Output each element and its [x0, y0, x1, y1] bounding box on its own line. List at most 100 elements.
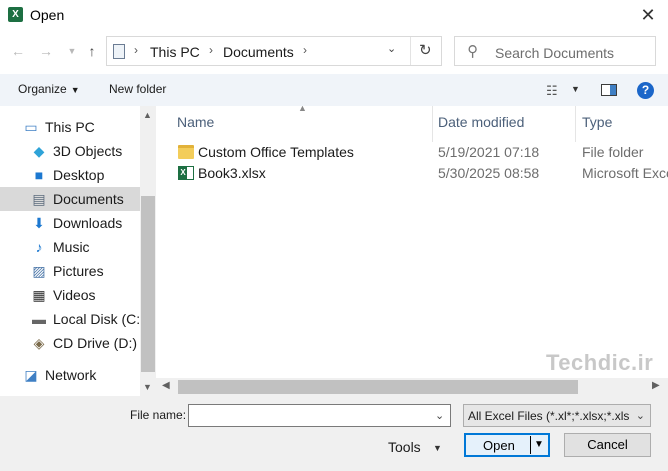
breadcrumb-documents[interactable]: Documents	[223, 44, 294, 60]
address-bar[interactable]: › This PC › Documents › ⌄ ↻	[106, 36, 442, 66]
nav-item-label: Downloads	[53, 215, 123, 231]
nav-item-local-disk[interactable]: ▬ Local Disk (C:)	[0, 307, 140, 331]
forward-arrow-icon[interactable]: →	[36, 40, 56, 62]
title-bar: X Open ✕	[0, 0, 668, 30]
view-options-icon[interactable]: ☷	[546, 83, 558, 99]
column-divider[interactable]	[575, 106, 576, 142]
chevron-down-icon: ⌄	[635, 410, 645, 422]
nav-item-network[interactable]: ◪ Network	[0, 363, 140, 387]
file-type: Microsoft Excel	[582, 165, 668, 181]
network-icon: ◪	[24, 367, 38, 383]
scroll-down-icon[interactable]: ▼	[143, 382, 152, 392]
nav-item-desktop[interactable]: ■ Desktop	[0, 163, 140, 187]
nav-item-label: This PC	[45, 119, 95, 135]
recent-locations-chevron-icon[interactable]: ▼	[62, 40, 82, 62]
nav-item-pictures[interactable]: ▨ Pictures	[0, 259, 140, 283]
file-type: File folder	[582, 144, 644, 160]
tools-button[interactable]: Tools	[388, 439, 421, 455]
search-input[interactable]: Search Documents	[495, 45, 614, 61]
navigation-pane: ▭ This PC ◆ 3D Objects ■ Desktop ▤ Docum…	[0, 106, 156, 396]
horizontal-scrollbar[interactable]: ◀ ▶	[156, 378, 668, 396]
dialog-footer: File name: ⌄ All Excel Files (*.xl*;*.xl…	[0, 396, 668, 471]
chevron-down-icon: ▼	[70, 85, 80, 95]
nav-item-label: Network	[45, 367, 97, 383]
scroll-right-icon[interactable]: ▶	[652, 380, 660, 391]
open-button[interactable]: Open ▼	[464, 433, 550, 457]
file-name: Book3.xlsx	[198, 165, 266, 181]
scroll-up-icon[interactable]: ▲	[143, 110, 152, 120]
nav-item-label: CD Drive (D:) V	[53, 335, 140, 351]
divider	[530, 436, 531, 454]
preview-pane-icon[interactable]	[601, 84, 617, 96]
scrollbar-thumb[interactable]	[141, 196, 155, 372]
nav-item-label: Videos	[53, 287, 96, 303]
back-arrow-icon[interactable]: ←	[8, 40, 28, 62]
nav-item-label: 3D Objects	[53, 143, 123, 159]
file-name: Custom Office Templates	[198, 144, 354, 160]
excel-file-icon	[178, 166, 194, 180]
nav-item-downloads[interactable]: ⬇ Downloads	[0, 211, 140, 235]
computer-icon: ▭	[24, 119, 38, 135]
scroll-left-icon[interactable]: ◀	[162, 380, 170, 391]
cancel-button[interactable]: Cancel	[564, 433, 651, 457]
refresh-icon[interactable]: ↻	[419, 41, 432, 59]
nav-item-music[interactable]: ♪ Music	[0, 235, 140, 259]
file-name-label: File name:	[130, 408, 187, 422]
nav-item-label: Local Disk (C:)	[53, 311, 140, 327]
excel-icon: X	[8, 7, 23, 22]
document-icon: ▤	[32, 191, 46, 207]
nav-item-documents[interactable]: ▤ Documents	[0, 187, 140, 211]
column-header-date[interactable]: Date modified	[438, 114, 524, 130]
nav-item-cd-drive[interactable]: ◈ CD Drive (D:) V	[0, 331, 140, 355]
command-bar: Organize ▼ New folder ☷ ▼ ?	[0, 74, 668, 106]
file-name-input[interactable]	[188, 404, 451, 427]
window-title: Open	[30, 7, 65, 23]
list-item[interactable]: Book3.xlsx 5/30/2025 08:58 Microsoft Exc…	[174, 163, 668, 184]
column-header-type[interactable]: Type	[582, 114, 612, 130]
navigation-bar: ← → ▼ ↑ › This PC › Documents › ⌄ ↻ ⚲ Se…	[0, 34, 668, 70]
file-date: 5/19/2021 07:18	[438, 144, 540, 160]
help-icon[interactable]: ?	[637, 82, 654, 99]
breadcrumb-this-pc[interactable]: This PC	[150, 44, 200, 60]
folder-icon	[178, 145, 194, 159]
file-type-filter-value: All Excel Files (*.xl*;*.xlsx;*.xlsm	[468, 409, 630, 423]
column-header-name[interactable]: Name	[177, 114, 214, 130]
close-button[interactable]: ✕	[634, 2, 662, 28]
drive-icon: ▬	[32, 311, 46, 327]
new-folder-button[interactable]: New folder	[109, 82, 166, 96]
organize-button[interactable]: Organize ▼	[18, 82, 80, 96]
nav-item-videos[interactable]: ▦ Videos	[0, 283, 140, 307]
film-icon: ▦	[32, 287, 46, 303]
chevron-down-icon[interactable]: ⌄	[435, 409, 444, 422]
search-box[interactable]: ⚲ Search Documents	[454, 36, 656, 66]
sort-ascending-icon: ▲	[298, 106, 307, 113]
breadcrumb-chevron-icon[interactable]: ›	[134, 43, 138, 57]
up-arrow-icon[interactable]: ↑	[82, 40, 102, 62]
search-icon: ⚲	[467, 43, 478, 60]
nav-scrollbar[interactable]: ▲ ▼	[140, 106, 156, 396]
open-options-dropdown-icon[interactable]: ▼	[534, 439, 544, 450]
file-type-filter[interactable]: All Excel Files (*.xl*;*.xlsx;*.xlsm ⌄	[463, 404, 651, 427]
cube-icon: ◆	[33, 143, 45, 159]
download-arrow-icon: ⬇	[33, 215, 45, 231]
desktop-icon: ■	[34, 167, 44, 183]
scrollbar-thumb[interactable]	[178, 380, 578, 394]
divider	[410, 37, 411, 65]
chevron-down-icon[interactable]: ▼	[433, 443, 442, 453]
nav-item-label: Desktop	[53, 167, 105, 183]
picture-icon: ▨	[32, 263, 46, 279]
file-date: 5/30/2025 08:58	[438, 165, 540, 181]
nav-item-label: Documents	[53, 191, 124, 207]
file-list: ▲ Name Date modified Type Custom Office …	[156, 106, 668, 396]
breadcrumb-chevron-icon[interactable]: ›	[209, 43, 213, 57]
nav-item-this-pc[interactable]: ▭ This PC	[0, 115, 140, 139]
nav-item-3d-objects[interactable]: ◆ 3D Objects	[0, 139, 140, 163]
list-item[interactable]: Custom Office Templates 5/19/2021 07:18 …	[174, 142, 668, 163]
organize-label: Organize	[18, 82, 67, 96]
chevron-down-icon[interactable]: ▼	[571, 84, 580, 94]
breadcrumb-chevron-icon[interactable]: ›	[303, 43, 307, 57]
location-icon	[113, 44, 125, 59]
open-label: Open	[483, 438, 515, 453]
column-divider[interactable]	[432, 106, 433, 142]
address-dropdown-icon[interactable]: ⌄	[387, 42, 396, 55]
